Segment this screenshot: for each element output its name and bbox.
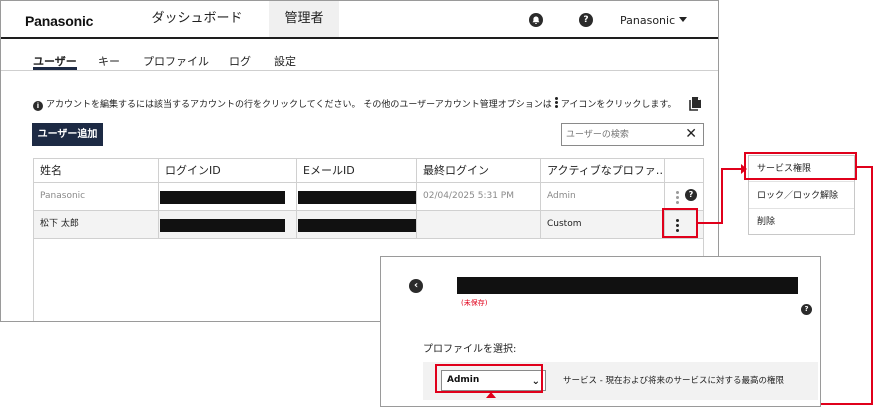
- row-menu-kebab-icon[interactable]: [676, 191, 680, 206]
- close-icon[interactable]: ✕: [685, 126, 697, 142]
- cell-email-id: [297, 211, 417, 238]
- tab-logs[interactable]: ログ: [229, 53, 251, 70]
- info-text-after: アイコンをクリックします。: [560, 100, 677, 110]
- add-user-button[interactable]: ユーザー追加: [32, 123, 103, 146]
- bell-icon[interactable]: [529, 13, 543, 27]
- info-message: i アカウントを編集するには該当するアカウントの行をクリックしてください。 その他…: [33, 97, 676, 111]
- tab-keys[interactable]: キー: [98, 53, 120, 70]
- connector-line: [871, 166, 873, 405]
- cell-login-id: [159, 211, 297, 238]
- table-header: 姓名 ログインID EメールID 最終ログイン アクティブなプロファ…: [34, 159, 703, 183]
- help-icon[interactable]: ?: [579, 13, 593, 27]
- profile-description: サービス - 現在および将来のサービスに対する最高の権限: [563, 376, 784, 386]
- search-input[interactable]: [562, 124, 680, 145]
- unsaved-label: (未保存): [461, 299, 488, 307]
- redaction-bar: [160, 191, 285, 204]
- profile-select-label: プロファイルを選択:: [423, 344, 517, 355]
- top-bar: Panasonic ダッシュボード 管理者 ? Panasonic: [1, 1, 718, 39]
- brand-logo: Panasonic: [25, 13, 94, 29]
- column-login-id[interactable]: ログインID: [159, 159, 297, 183]
- nav-admin[interactable]: 管理者: [269, 1, 339, 37]
- info-icon: i: [33, 101, 43, 111]
- redaction-bar: [457, 277, 798, 294]
- caret-down-icon: [679, 17, 688, 22]
- help-icon[interactable]: ?: [685, 189, 697, 201]
- sub-tabs: ユーザー キー プロファイル ログ 設定: [1, 53, 718, 71]
- redaction-bar: [298, 191, 416, 204]
- back-icon[interactable]: ‹: [409, 279, 423, 293]
- kebab-icon: [554, 97, 558, 109]
- connector-line: [697, 222, 722, 224]
- cell-profile: Custom: [541, 211, 665, 238]
- table-row[interactable]: 松下 太郎 Custom: [34, 211, 703, 239]
- arrow-up-icon: [486, 392, 496, 398]
- column-name[interactable]: 姓名: [34, 159, 159, 183]
- user-menu[interactable]: Panasonic: [620, 14, 688, 27]
- menu-item-delete[interactable]: 削除: [749, 209, 854, 235]
- copy-icon[interactable]: [689, 96, 704, 111]
- info-text-before: アカウントを編集するには該当するアカウントの行をクリックしてください。 その他の…: [46, 100, 552, 110]
- user-menu-label: Panasonic: [620, 14, 676, 27]
- tab-users[interactable]: ユーザー: [33, 53, 77, 70]
- column-active-profile[interactable]: アクティブなプロファ…: [541, 159, 665, 183]
- cell-email-id: [297, 183, 417, 210]
- column-email-id[interactable]: EメールID: [297, 159, 417, 183]
- cell-name: Panasonic: [34, 183, 159, 210]
- redaction-bar: [160, 219, 285, 232]
- select-highlight-box: [435, 364, 543, 393]
- kebab-highlight-box: [662, 208, 698, 238]
- cell-last-login: [417, 211, 541, 238]
- redaction-bar: [298, 219, 416, 232]
- table-row[interactable]: Panasonic 02/04/2025 5:31 PM Admin ?: [34, 183, 703, 211]
- cell-name: 松下 太郎: [34, 211, 159, 238]
- connector-line: [721, 168, 723, 224]
- user-search: ✕: [561, 123, 704, 146]
- nav-dashboard[interactable]: ダッシュボード: [141, 1, 253, 37]
- column-last-login[interactable]: 最終ログイン: [417, 159, 541, 183]
- tab-settings[interactable]: 設定: [274, 53, 296, 70]
- tab-profiles[interactable]: プロファイル: [143, 53, 209, 70]
- cell-profile: Admin: [541, 183, 665, 210]
- menu-item-highlight-box: [744, 152, 857, 180]
- connector-line: [856, 166, 872, 168]
- menu-item-lock-unlock[interactable]: ロック／ロック解除: [749, 183, 854, 209]
- help-icon[interactable]: ?: [801, 304, 812, 315]
- cell-login-id: [159, 183, 297, 210]
- cell-last-login: 02/04/2025 5:31 PM: [417, 183, 541, 210]
